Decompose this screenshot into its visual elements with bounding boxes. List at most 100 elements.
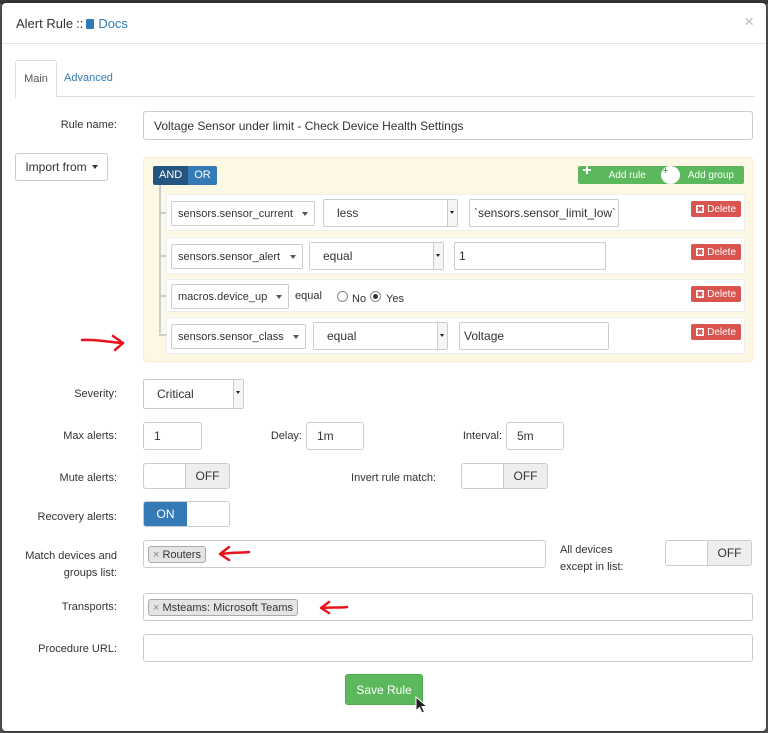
annotation-arrow-icon: [319, 600, 349, 615]
book-icon: [86, 19, 95, 29]
add-group-button[interactable]: Add group: [656, 166, 744, 184]
recovery-alerts-toggle[interactable]: ON: [143, 501, 230, 527]
interval-input[interactable]: 5m: [506, 422, 564, 450]
chevron-down-icon: [447, 200, 457, 226]
device-tag-routers[interactable]: × Routers: [148, 546, 206, 563]
toggle-off-label: OFF: [707, 541, 751, 565]
transports-label: Transports:: [61, 601, 117, 613]
rule-field-value: sensors.sensor_alert: [178, 250, 281, 263]
tree-line: [159, 185, 161, 333]
tab-bar: Main Advanced: [15, 60, 755, 98]
severity-label: Severity:: [74, 388, 117, 400]
chevron-down-icon: [302, 212, 308, 216]
chevron-down-icon: [290, 255, 296, 259]
severity-select[interactable]: Critical: [143, 379, 244, 409]
rule-operator-select[interactable]: equal: [313, 322, 448, 350]
rule-operator-value: equal: [323, 249, 353, 263]
add-rule-button[interactable]: Add rule: [578, 166, 656, 184]
invert-rule-match-toggle[interactable]: OFF: [461, 463, 548, 489]
rule-name-label: Rule name:: [60, 119, 117, 131]
chevron-down-icon: [437, 323, 447, 349]
modal-header: Alert Rule:: Docs ×: [2, 3, 766, 44]
close-icon: [696, 328, 705, 336]
delay-input[interactable]: 1m: [306, 422, 364, 450]
rule-row: sensors.sensor_class equal Voltage Delet…: [166, 317, 745, 354]
rule-value-input[interactable]: `sensors.sensor_limit_low`: [469, 199, 619, 227]
plus-icon: [582, 166, 601, 184]
match-devices-label-line2: groups list:: [63, 567, 117, 579]
annotation-arrow-icon: [80, 334, 125, 352]
rule-row: macros.device_up equal No Yes Delete: [166, 279, 745, 312]
rule-field-value: sensors.sensor_current: [178, 207, 293, 220]
rule-operator-value: less: [337, 206, 359, 220]
rule-operator-select[interactable]: less: [323, 199, 458, 227]
rule-value-input[interactable]: Voltage: [459, 322, 609, 350]
delete-rule-button[interactable]: Delete: [691, 324, 741, 340]
tag-label: Msteams: Microsoft Teams: [162, 601, 294, 614]
delete-label: Delete: [707, 203, 736, 215]
close-icon[interactable]: ×: [744, 13, 754, 30]
close-icon: [696, 290, 705, 298]
rule-field-select[interactable]: sensors.sensor_alert: [171, 244, 303, 269]
modal-title-text: Alert Rule: [16, 16, 74, 31]
rule-value-input[interactable]: 1: [454, 242, 606, 270]
mouse-cursor-icon: [415, 696, 429, 714]
delete-label: Delete: [707, 288, 736, 300]
rule-field-select[interactable]: sensors.sensor_current: [171, 201, 315, 226]
add-buttons: Add rule Add group: [577, 166, 744, 184]
or-button[interactable]: OR: [188, 166, 217, 185]
chevron-down-icon: [276, 295, 282, 299]
delete-rule-button[interactable]: Delete: [691, 286, 741, 302]
tab-advanced[interactable]: Advanced: [64, 60, 113, 96]
delete-rule-button[interactable]: Delete: [691, 244, 741, 260]
match-devices-label: Match devices and groups list:: [10, 548, 117, 582]
plus-circle-icon: [660, 166, 680, 184]
all-devices-label-line1: All devices: [560, 544, 613, 556]
rule-operator-text: equal: [295, 290, 322, 302]
rule-name-input[interactable]: Voltage Sensor under limit - Check Devic…: [143, 111, 753, 140]
close-icon: [696, 205, 705, 213]
chevron-down-icon: [293, 335, 299, 339]
interval-label: Interval:: [462, 430, 502, 442]
query-builder: AND OR Add rule Add group sensors.sensor…: [143, 157, 753, 362]
mute-alerts-toggle[interactable]: OFF: [143, 463, 230, 489]
rule-field-value: macros.device_up: [178, 290, 268, 303]
rule-operator-value: equal: [327, 329, 357, 343]
toggle-on-label: ON: [144, 502, 187, 526]
radio-no-label: No: [352, 293, 367, 305]
delete-rule-button[interactable]: Delete: [691, 201, 741, 217]
add-rule-label: Add rule: [608, 169, 646, 181]
mute-alerts-label: Mute alerts:: [59, 472, 117, 484]
delay-label: Delay:: [270, 430, 302, 442]
all-devices-label: All devices except in list:: [560, 542, 638, 576]
remove-tag-icon[interactable]: ×: [153, 549, 159, 561]
annotation-arrow-icon: [218, 545, 251, 562]
docs-link[interactable]: Docs: [86, 16, 128, 31]
rule-field-select[interactable]: macros.device_up: [171, 284, 289, 309]
radio-no[interactable]: [337, 291, 348, 302]
rule-operator-select[interactable]: equal: [309, 242, 444, 270]
procedure-url-input[interactable]: [143, 634, 753, 662]
max-alerts-input[interactable]: 1: [143, 422, 202, 450]
save-rule-button[interactable]: Save Rule: [345, 674, 423, 705]
docs-link-label: Docs: [98, 16, 128, 31]
rule-field-select[interactable]: sensors.sensor_class: [171, 324, 306, 349]
severity-value: Critical: [157, 387, 194, 401]
delete-label: Delete: [707, 246, 736, 258]
all-devices-toggle[interactable]: OFF: [665, 540, 752, 566]
match-devices-label-line1: Match devices and: [25, 550, 117, 562]
remove-tag-icon[interactable]: ×: [153, 602, 159, 614]
all-devices-label-line2: except in list:: [560, 561, 624, 573]
transport-tag[interactable]: × Msteams: Microsoft Teams: [148, 599, 299, 616]
radio-yes[interactable]: [370, 291, 381, 302]
import-from-button[interactable]: Import from: [15, 153, 108, 181]
title-separator: ::: [76, 16, 84, 31]
invert-rule-match-label: Invert rule match:: [351, 472, 436, 484]
modal-title: Alert Rule:: Docs: [16, 16, 128, 31]
max-alerts-label: Max alerts:: [63, 430, 117, 442]
tab-main[interactable]: Main: [15, 60, 57, 98]
and-button[interactable]: AND: [153, 166, 189, 185]
recovery-alerts-label: Recovery alerts:: [37, 511, 117, 523]
rule-row: sensors.sensor_current less `sensors.sen…: [166, 194, 745, 231]
chevron-down-icon: [433, 243, 443, 269]
